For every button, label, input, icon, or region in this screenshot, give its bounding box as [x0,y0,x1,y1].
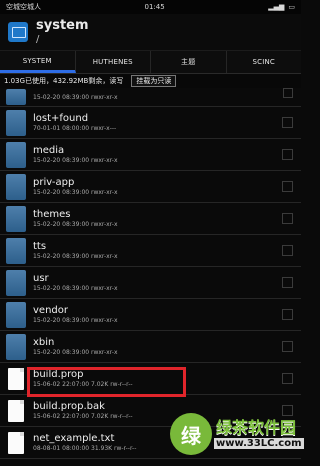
file-meta: 08-08-01 08:00:00 31.93K rw-r--r-- [33,445,137,452]
battery-icon: ▭ [288,3,295,11]
folder-icon [6,173,26,200]
list-item[interactable]: net_example.txt 08-08-01 08:00:00 31.93K … [0,427,301,459]
folder-icon [6,141,26,168]
file-name: vendor [33,305,68,316]
file-meta: 15-02-20 08:39:00 rwxr-xr-x [33,157,118,164]
app-bar: system / [0,14,301,51]
row-checkbox[interactable] [283,88,293,98]
row-checkbox[interactable] [282,181,293,192]
carrier-text: 空城空城人 [6,3,41,11]
file-name: themes [33,209,71,220]
list-item[interactable]: 15-02-20 08:39:00 rwxr-xr-x [0,87,301,107]
tab-huthenes[interactable]: HUTHENES [76,51,151,73]
file-name: build.prop.bak [33,401,105,412]
file-name: net_example.txt [33,433,115,444]
folder-icon [6,269,26,296]
signal-icon: ▂▄▆ [268,3,285,11]
list-item[interactable]: vendor 15-02-20 08:39:00 rwxr-xr-x [0,299,301,331]
clock: 01:45 [144,3,165,11]
row-checkbox[interactable] [282,277,293,288]
row-checkbox[interactable] [282,405,293,416]
file-meta: 15-02-20 08:39:00 rwxr-xr-x [33,285,118,292]
file-meta: 15-02-20 08:39:00 rwxr-xr-x [33,253,118,260]
row-checkbox[interactable] [282,149,293,160]
file-icon [8,431,24,454]
mount-readonly-button[interactable]: 挂载为只读 [131,75,177,87]
folder-icon [6,109,26,136]
file-meta: 70-01-01 08:00:00 rwxr-x--- [33,125,117,132]
file-name: build.prop [33,369,84,380]
list-item[interactable]: build.prop.bak 15-06-02 22:07:00 7.02K rw… [0,395,301,427]
row-checkbox[interactable] [282,213,293,224]
file-meta: 15-02-20 08:39:00 rwxr-xr-x [33,349,118,356]
list-item[interactable]: build.prop 15-06-02 22:07:00 7.02K rw-r--… [0,363,301,395]
file-meta: 15-06-02 22:07:00 7.02K rw-r--r-- [33,381,133,388]
file-meta: 15-02-20 08:39:00 rwxr-xr-x [33,221,118,228]
list-item[interactable]: lost+found 70-01-01 08:00:00 rwxr-x--- [0,107,301,139]
file-meta: 15-02-20 08:39:00 rwxr-xr-x [33,189,118,196]
file-name: lost+found [33,113,89,124]
file-meta: 15-06-02 22:07:00 7.02K rw-r--r-- [33,413,133,420]
file-meta: 15-02-20 08:39:00 rwxr-xr-x [33,93,118,101]
storage-info-bar: 1.03G已使用，432.92MB剩余，读写 挂载为只读 [0,74,301,88]
folder-icon [6,205,26,232]
file-meta: 15-02-20 08:39:00 rwxr-xr-x [33,317,118,324]
list-item[interactable]: themes 15-02-20 08:39:00 rwxr-xr-x [0,203,301,235]
file-name: xbin [33,337,55,348]
current-path: / [36,34,40,45]
row-checkbox[interactable] [282,437,293,448]
folder-icon [6,88,26,105]
file-name: media [33,145,65,156]
list-item[interactable]: usr 15-02-20 08:39:00 rwxr-xr-x [0,267,301,299]
file-list: 15-02-20 08:39:00 rwxr-xr-x lost+found 70… [0,87,301,466]
folder-icon [6,301,26,328]
file-name: priv-app [33,177,75,188]
status-bar: 空城空城人 01:45 ▂▄▆ ▭ [0,0,301,14]
tab-bar: SYSTEM HUTHENES 主题 SCINC [0,51,301,74]
row-checkbox[interactable] [282,245,293,256]
file-name: tts [33,241,47,252]
list-item[interactable]: priv-app 15-02-20 08:39:00 rwxr-xr-x [0,171,301,203]
storage-summary: 1.03G已使用，432.92MB剩余，读写 [4,77,124,85]
app-icon[interactable] [8,22,28,42]
status-icons: ▂▄▆ ▭ [268,3,295,11]
file-icon [8,367,24,390]
row-checkbox[interactable] [282,373,293,384]
current-folder-title: system [36,18,89,33]
tab-system[interactable]: SYSTEM [0,51,76,73]
row-checkbox[interactable] [282,309,293,320]
file-name: usr [33,273,49,284]
tab-scinc[interactable]: SCINC [227,51,302,73]
row-checkbox[interactable] [282,341,293,352]
folder-icon [6,237,26,264]
file-icon [8,399,24,422]
list-item[interactable]: tts 15-02-20 08:39:00 rwxr-xr-x [0,235,301,267]
list-item[interactable]: xbin 15-02-20 08:39:00 rwxr-xr-x [0,331,301,363]
tab-theme[interactable]: 主题 [151,51,227,73]
folder-icon [6,333,26,360]
list-item[interactable]: media 15-02-20 08:39:00 rwxr-xr-x [0,139,301,171]
row-checkbox[interactable] [282,117,293,128]
